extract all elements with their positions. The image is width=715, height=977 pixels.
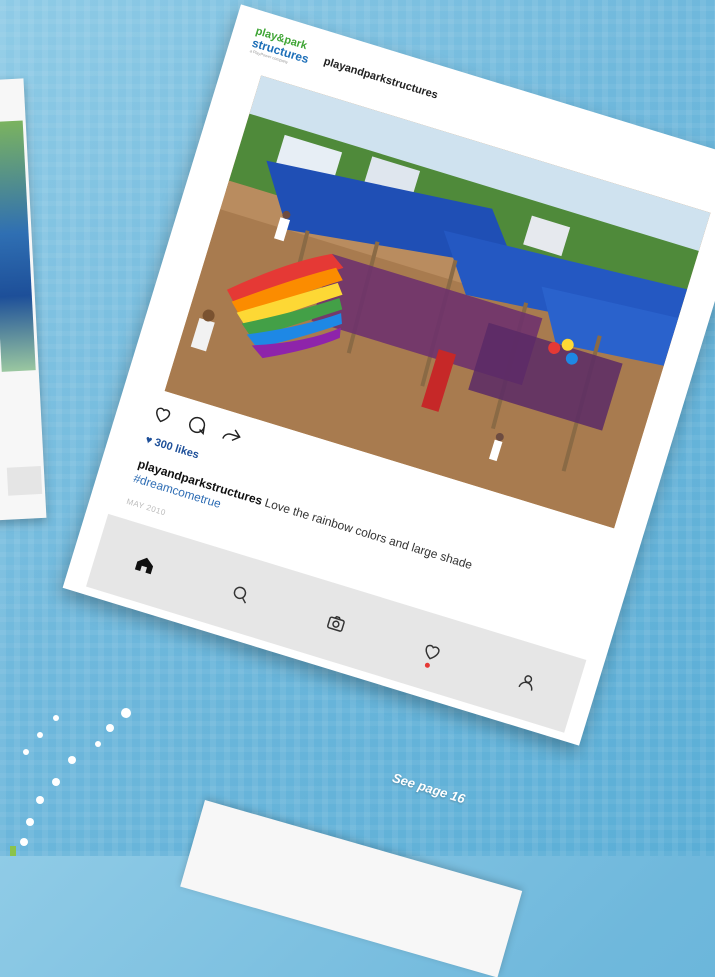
background-tab-strip: [6, 465, 43, 496]
tab-activity[interactable]: [416, 636, 448, 669]
heart-icon[interactable]: [149, 401, 176, 428]
brand-logo: play&park structures a PlayPower company: [249, 25, 315, 70]
heart-icon: [425, 644, 440, 660]
profile-icon: [518, 675, 533, 691]
tab-search[interactable]: [224, 578, 256, 610]
like-count-text: 300 likes: [153, 436, 201, 462]
tab-home[interactable]: [129, 549, 161, 581]
share-icon[interactable]: [218, 422, 245, 449]
post-username[interactable]: playandparkstructures: [322, 55, 439, 101]
caption-text: Love the rainbow colors and large shade: [259, 494, 474, 573]
tab-profile[interactable]: [511, 666, 543, 698]
green-accent-mark: [10, 846, 16, 856]
notification-dot: [424, 662, 431, 669]
comment-icon[interactable]: [183, 411, 210, 438]
playground-photo-illustration: [164, 75, 711, 529]
like-count[interactable]: ♥ 300 likes: [144, 434, 201, 462]
tab-camera[interactable]: [320, 607, 352, 639]
search-icon: [233, 586, 247, 604]
post-photo[interactable]: [164, 75, 711, 529]
post-date: MAY 2010: [125, 496, 167, 518]
camera-icon: [327, 615, 345, 632]
home-icon: [134, 557, 154, 575]
